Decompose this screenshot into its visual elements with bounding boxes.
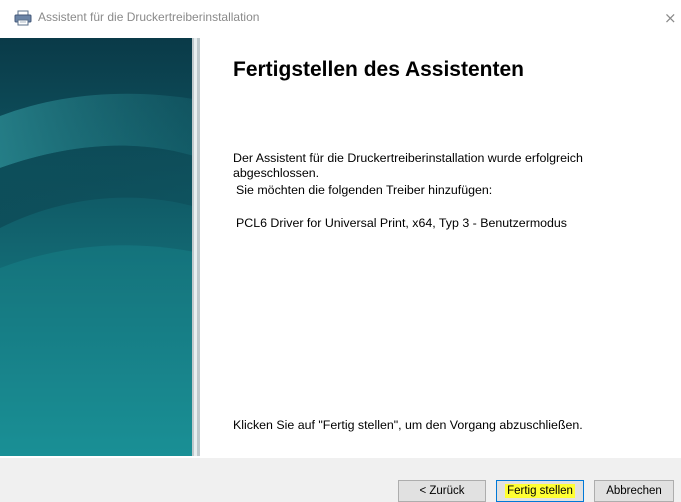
finish-button[interactable]: Fertig stellen — [496, 480, 584, 502]
banner-graphic — [0, 38, 200, 456]
driver-name: PCL6 Driver for Universal Print, x64, Ty… — [236, 216, 568, 230]
drivers-intro: Sie möchten die folgenden Treiber hinzuf… — [236, 183, 493, 197]
finish-button-label: Fertig stellen — [505, 484, 575, 498]
window-title: Assistent für die Druckertreiberinstalla… — [38, 10, 260, 24]
wizard-banner — [0, 38, 200, 456]
cancel-button[interactable]: Abbrechen — [594, 480, 674, 502]
close-button[interactable]: × — [664, 6, 681, 30]
printer-icon — [14, 10, 32, 26]
cancel-button-label: Abbrechen — [606, 485, 662, 497]
back-button-label: < Zurück — [419, 485, 465, 497]
page-title: Fertigstellen des Assistenten — [233, 58, 524, 81]
finish-instruction: Klicken Sie auf "Fertig stellen", um den… — [233, 418, 583, 432]
back-button[interactable]: < Zurück — [398, 480, 486, 502]
title-bar: Assistent für die Druckertreiberinstalla… — [0, 0, 681, 36]
completion-message: Der Assistent für die Druckertreiberinst… — [233, 151, 583, 180]
